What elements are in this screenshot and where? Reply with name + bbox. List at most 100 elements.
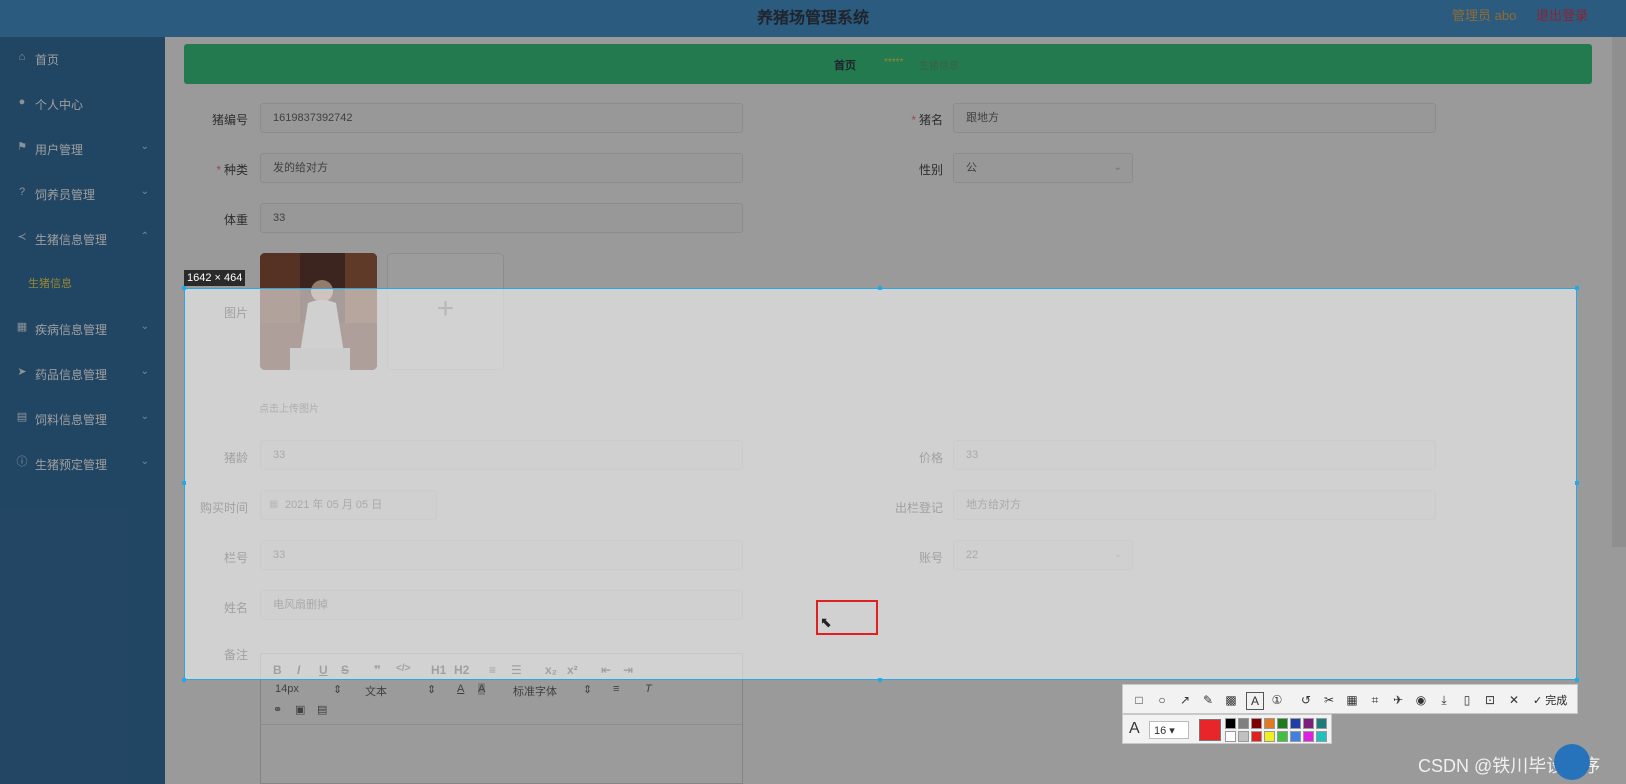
pen-no-input[interactable]: 33 [260,540,743,570]
age-input[interactable]: 33 [260,440,743,470]
sidebar-item-keepers[interactable]: ? 饲养员管理 ⌄ [0,172,165,216]
text-type-select[interactable]: 文本 [365,683,387,699]
download-icon[interactable]: ⤓ [1436,692,1452,708]
mosaic-tool-icon[interactable]: ▩ [1223,692,1239,708]
done-button[interactable]: ✓ 完成 [1533,692,1567,708]
color-swatch[interactable] [1264,718,1275,729]
bullet-list-button[interactable]: ☰ [511,663,522,677]
phone-icon[interactable]: ▯ [1459,692,1475,708]
clear-format-icon[interactable]: T [645,683,652,695]
sidebar-item-label: 个人中心 [35,98,84,112]
price-label: 价格 [918,451,943,465]
exit-record-input[interactable]: 地方给对方 [953,490,1436,520]
gender-label: 性别 [918,163,943,177]
h1-button[interactable]: H1 [431,663,446,677]
color-swatch[interactable] [1264,731,1275,742]
font-size-select[interactable]: 16 ▾ [1149,721,1189,739]
color-swatch[interactable] [1225,718,1236,729]
link-icon[interactable]: ⚭ [273,703,282,716]
font-family-select[interactable]: 标准字体 [513,683,557,699]
arrow-tool-icon[interactable]: ↗ [1177,692,1193,708]
weight-input[interactable]: 33 [260,203,743,233]
superscript-button[interactable]: x² [567,663,578,677]
outdent-button[interactable]: ⇤ [601,663,611,677]
top-header: 养猪场管理系统 管理员 abo 退出登录 [0,0,1626,37]
category-input[interactable]: 发的给对方 [260,153,743,183]
color-swatch[interactable] [1290,731,1301,742]
pig-photo-thumbnail[interactable] [260,253,377,370]
remark-rich-editor[interactable]: B I U S ❞ </> H1 H2 ≡ ☰ x₂ x² ⇤ ⇥ 14px ⇕… [260,653,743,784]
buy-time-datepicker[interactable]: ▦ 2021 年 05 月 05 日 [260,490,437,520]
align-icon[interactable]: ≡ [613,683,619,695]
color-swatch[interactable] [1316,731,1327,742]
indent-button[interactable]: ⇥ [623,663,633,677]
h2-button[interactable]: H2 [454,663,469,677]
undo-icon[interactable]: ↺ [1298,692,1314,708]
sidebar-item-feed[interactable]: ▤ 饲料信息管理 ⌄ [0,397,165,441]
floating-assistant-button[interactable] [1554,744,1590,780]
page-scrollbar[interactable] [1612,37,1626,547]
sidebar-item-label: 生猪信息管理 [35,233,108,247]
sidebar-subitem-pig-info[interactable]: 生猪信息 [28,275,72,291]
text-tool-icon[interactable]: A [1246,692,1264,710]
sidebar-item-medicine[interactable]: ➤ 药品信息管理 ⌄ [0,352,165,396]
bookmark-icon[interactable]: ⊡ [1482,692,1498,708]
font-size-select[interactable]: 14px [275,683,299,695]
capture-toolbar: □ ○ ↗ ✎ ▩ A ① ↺ ✂ ▦ ⌗ ✈ ◉ ⤓ ▯ ⊡ ✕ ✓ 完成 [1122,684,1578,714]
color-swatch[interactable] [1316,718,1327,729]
video-icon[interactable]: ▤ [317,703,327,716]
rectangle-tool-icon[interactable]: □ [1131,692,1147,708]
info-icon: ⓘ [16,456,28,468]
pig-no-input[interactable]: 1619837392742 [260,103,743,133]
chevron-updown-icon: ⇕ [427,684,437,696]
gender-select[interactable]: 公 ⌄ [953,153,1133,183]
color-swatch[interactable] [1277,718,1288,729]
image-icon[interactable]: ▣ [295,703,305,716]
ocr-icon[interactable]: ▦ [1344,692,1360,708]
sidebar-item-profile[interactable]: ● 个人中心 [0,82,165,126]
code-block-button[interactable]: </> [396,663,410,674]
subscript-button[interactable]: x₂ [545,663,557,677]
underline-button[interactable]: U [319,663,328,677]
pin-icon[interactable]: ✈ [1390,692,1406,708]
price-input[interactable]: 33 [953,440,1436,470]
color-swatch[interactable] [1251,718,1262,729]
picture-label: 图片 [223,306,248,320]
background-color-icon[interactable]: A [478,683,486,695]
name-input[interactable]: 电风扇删掉 [260,590,743,620]
color-swatch[interactable] [1225,731,1236,742]
account-select[interactable]: 22 ⌄ [953,540,1133,570]
color-swatch[interactable] [1238,731,1249,742]
ellipse-tool-icon[interactable]: ○ [1154,692,1170,708]
pig-name-input[interactable]: 跟地方 [953,103,1436,133]
number-tool-icon[interactable]: ① [1269,692,1285,708]
color-swatch[interactable] [1290,718,1301,729]
record-icon[interactable]: ◉ [1413,692,1429,708]
sidebar-item-pig-info-manage[interactable]: ≺ 生猪信息管理 ⌃ [0,217,165,261]
sidebar-item-home[interactable]: ⌂ 首页 [0,37,165,81]
pig-name-label-text: 猪名 [918,113,943,127]
strike-button[interactable]: S [341,663,349,677]
color-swatch[interactable] [1303,731,1314,742]
pencil-tool-icon[interactable]: ✎ [1200,692,1216,708]
bold-button[interactable]: B [273,663,282,677]
breadcrumb-home[interactable]: 首页 [834,57,856,73]
color-swatch[interactable] [1303,718,1314,729]
image-upload-button[interactable]: + [387,253,504,370]
logout-link[interactable]: 退出登录 [1536,5,1588,24]
italic-button[interactable]: I [297,663,300,677]
sidebar-item-disease[interactable]: ▦ 疾病信息管理 ⌄ [0,307,165,351]
current-color-swatch[interactable] [1199,719,1221,741]
color-swatch[interactable] [1251,731,1262,742]
ordered-list-button[interactable]: ≡ [489,663,496,677]
close-icon[interactable]: ✕ [1506,692,1522,708]
scan-icon[interactable]: ⌗ [1367,692,1383,708]
category-label-text: 种类 [223,163,248,177]
sidebar-item-reservation[interactable]: ⓘ 生猪预定管理 ⌄ [0,442,165,486]
blockquote-button[interactable]: ❞ [374,663,381,677]
cut-icon[interactable]: ✂ [1321,692,1337,708]
font-color-icon[interactable]: A [457,683,464,695]
color-swatch[interactable] [1238,718,1249,729]
color-swatch[interactable] [1277,731,1288,742]
sidebar-item-users[interactable]: ⚑ 用户管理 ⌄ [0,127,165,171]
